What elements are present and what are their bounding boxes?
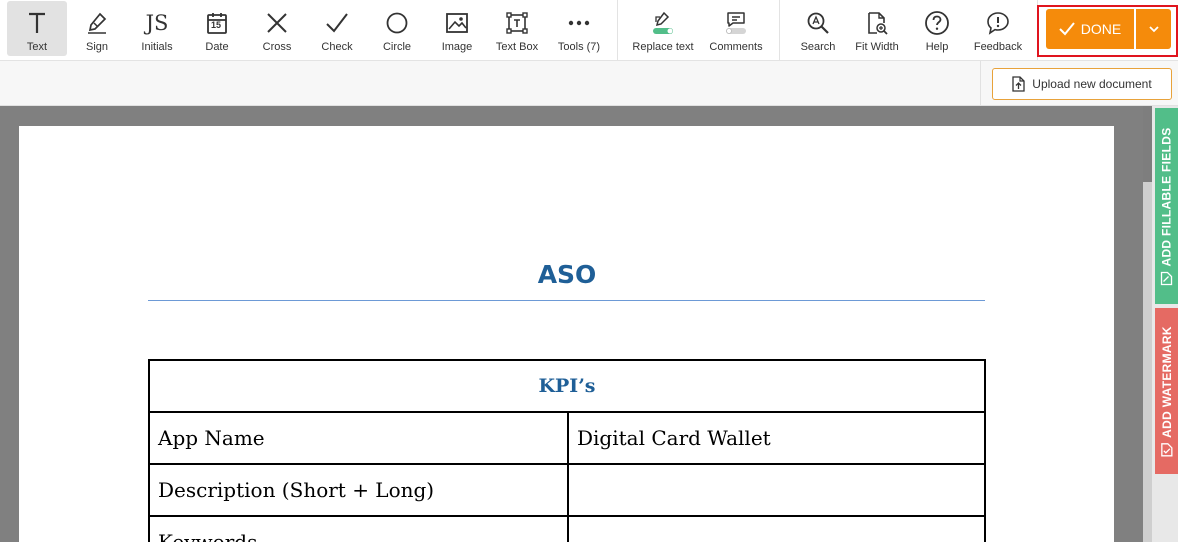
tool-circle[interactable]: Circle (372, 0, 422, 58)
replace-text-icon (652, 10, 674, 36)
text-icon (26, 10, 48, 36)
done-label: DONE (1080, 21, 1122, 37)
upload-label: Upload new document (1032, 77, 1152, 91)
tool-comments[interactable]: Comments (702, 0, 770, 58)
done-button[interactable]: DONE (1046, 9, 1134, 49)
subbar-divider (980, 61, 981, 105)
fillable-field-icon (1160, 271, 1173, 286)
table-cell (567, 515, 986, 542)
toolbar-divider (779, 0, 780, 61)
tool-initials[interactable]: JS Initials (132, 0, 182, 58)
upload-new-document-button[interactable]: Upload new document (992, 68, 1172, 100)
add-fillable-fields-tab[interactable]: ADD FILLABLE FIELDS (1155, 108, 1178, 304)
table-row: KPI’s (148, 359, 986, 413)
tool-label: Date (205, 41, 229, 53)
tool-label: Initials (141, 41, 173, 53)
calendar-icon: 15 (206, 10, 228, 36)
tool-label: Circle (382, 41, 412, 53)
table-row: App Name Digital Card Wallet (148, 411, 986, 465)
fillable-tab-label: ADD FILLABLE FIELDS (1159, 127, 1174, 267)
tool-label: Check (321, 41, 353, 53)
circle-icon (385, 10, 409, 36)
kpi-table: KPI’s App Name Digital Card Wallet Descr… (148, 359, 986, 542)
tool-label: Feedback (973, 41, 1023, 53)
tool-label: Comments (709, 41, 763, 53)
title-underline (148, 300, 985, 301)
tool-sign[interactable]: Sign (72, 0, 122, 58)
tool-fit-width[interactable]: Fit Width (850, 0, 904, 58)
tool-label: Tools (7) (557, 41, 601, 53)
initials-glyph: JS (145, 11, 169, 35)
cross-icon (266, 10, 288, 36)
tool-label: Sign (85, 41, 109, 53)
tool-image[interactable]: Image (432, 0, 482, 58)
tool-label: Search (800, 41, 836, 53)
comments-icon (725, 10, 747, 36)
tool-text-box[interactable]: Text Box (490, 0, 544, 58)
search-icon (806, 10, 830, 36)
table-row: Keywords (148, 515, 986, 542)
tool-more[interactable]: Tools (7) (552, 0, 606, 58)
watermark-tab-label: ADD WATERMARK (1159, 326, 1174, 438)
tool-date[interactable]: 15 Date (192, 0, 242, 58)
feedback-icon (986, 10, 1010, 36)
add-watermark-tab[interactable]: ADD WATERMARK (1155, 308, 1178, 474)
upload-document-icon (1012, 76, 1025, 92)
fit-width-icon (866, 10, 888, 36)
tool-label: Help (925, 41, 949, 53)
tool-replace-text[interactable]: Replace text (626, 0, 700, 58)
secondary-toolbar: Upload new document (0, 61, 1178, 106)
chevron-down-icon (1148, 25, 1159, 33)
table-cell (567, 463, 986, 517)
check-icon (1059, 22, 1075, 36)
check-icon (325, 10, 349, 36)
tool-label: Text (26, 41, 48, 53)
table-row: Description (Short + Long) (148, 463, 986, 517)
table-cell: Keywords (148, 515, 569, 542)
tool-label: Replace text (632, 41, 694, 53)
tool-check[interactable]: Check (312, 0, 362, 58)
tool-search[interactable]: Search (793, 0, 843, 58)
done-options-dropdown[interactable] (1136, 9, 1171, 49)
sign-pen-icon (85, 10, 109, 36)
help-icon (924, 10, 950, 36)
tool-label: Cross (262, 41, 292, 53)
watermark-icon (1160, 443, 1173, 457)
toolbar-divider (617, 0, 618, 61)
tool-label: Text Box (495, 41, 539, 53)
date-glyph: 15 (211, 20, 222, 30)
image-icon (445, 10, 469, 36)
main-toolbar: Text Sign JS Initials 15 Date Cross Chec… (0, 0, 1178, 61)
tool-text[interactable]: Text (7, 1, 67, 56)
tool-cross[interactable]: Cross (252, 0, 302, 58)
tool-label: Image (441, 41, 473, 53)
text-box-icon (505, 10, 529, 36)
table-cell: Description (Short + Long) (148, 463, 569, 517)
tool-feedback[interactable]: Feedback (968, 0, 1028, 58)
tool-label: Fit Width (855, 41, 899, 53)
table-cell: Digital Card Wallet (567, 411, 986, 465)
document-title: ASO (537, 260, 597, 289)
tool-help[interactable]: Help (912, 0, 962, 58)
initials-icon: JS (146, 10, 169, 36)
document-viewer[interactable]: ASO KPI’s App Name Digital Card Wallet D… (0, 106, 1143, 542)
more-dots-icon (567, 10, 591, 36)
vertical-scrollbar-thumb[interactable] (1143, 182, 1152, 542)
table-header-cell: KPI’s (148, 359, 986, 413)
document-page[interactable]: ASO KPI’s App Name Digital Card Wallet D… (19, 126, 1114, 542)
table-cell: App Name (148, 411, 569, 465)
